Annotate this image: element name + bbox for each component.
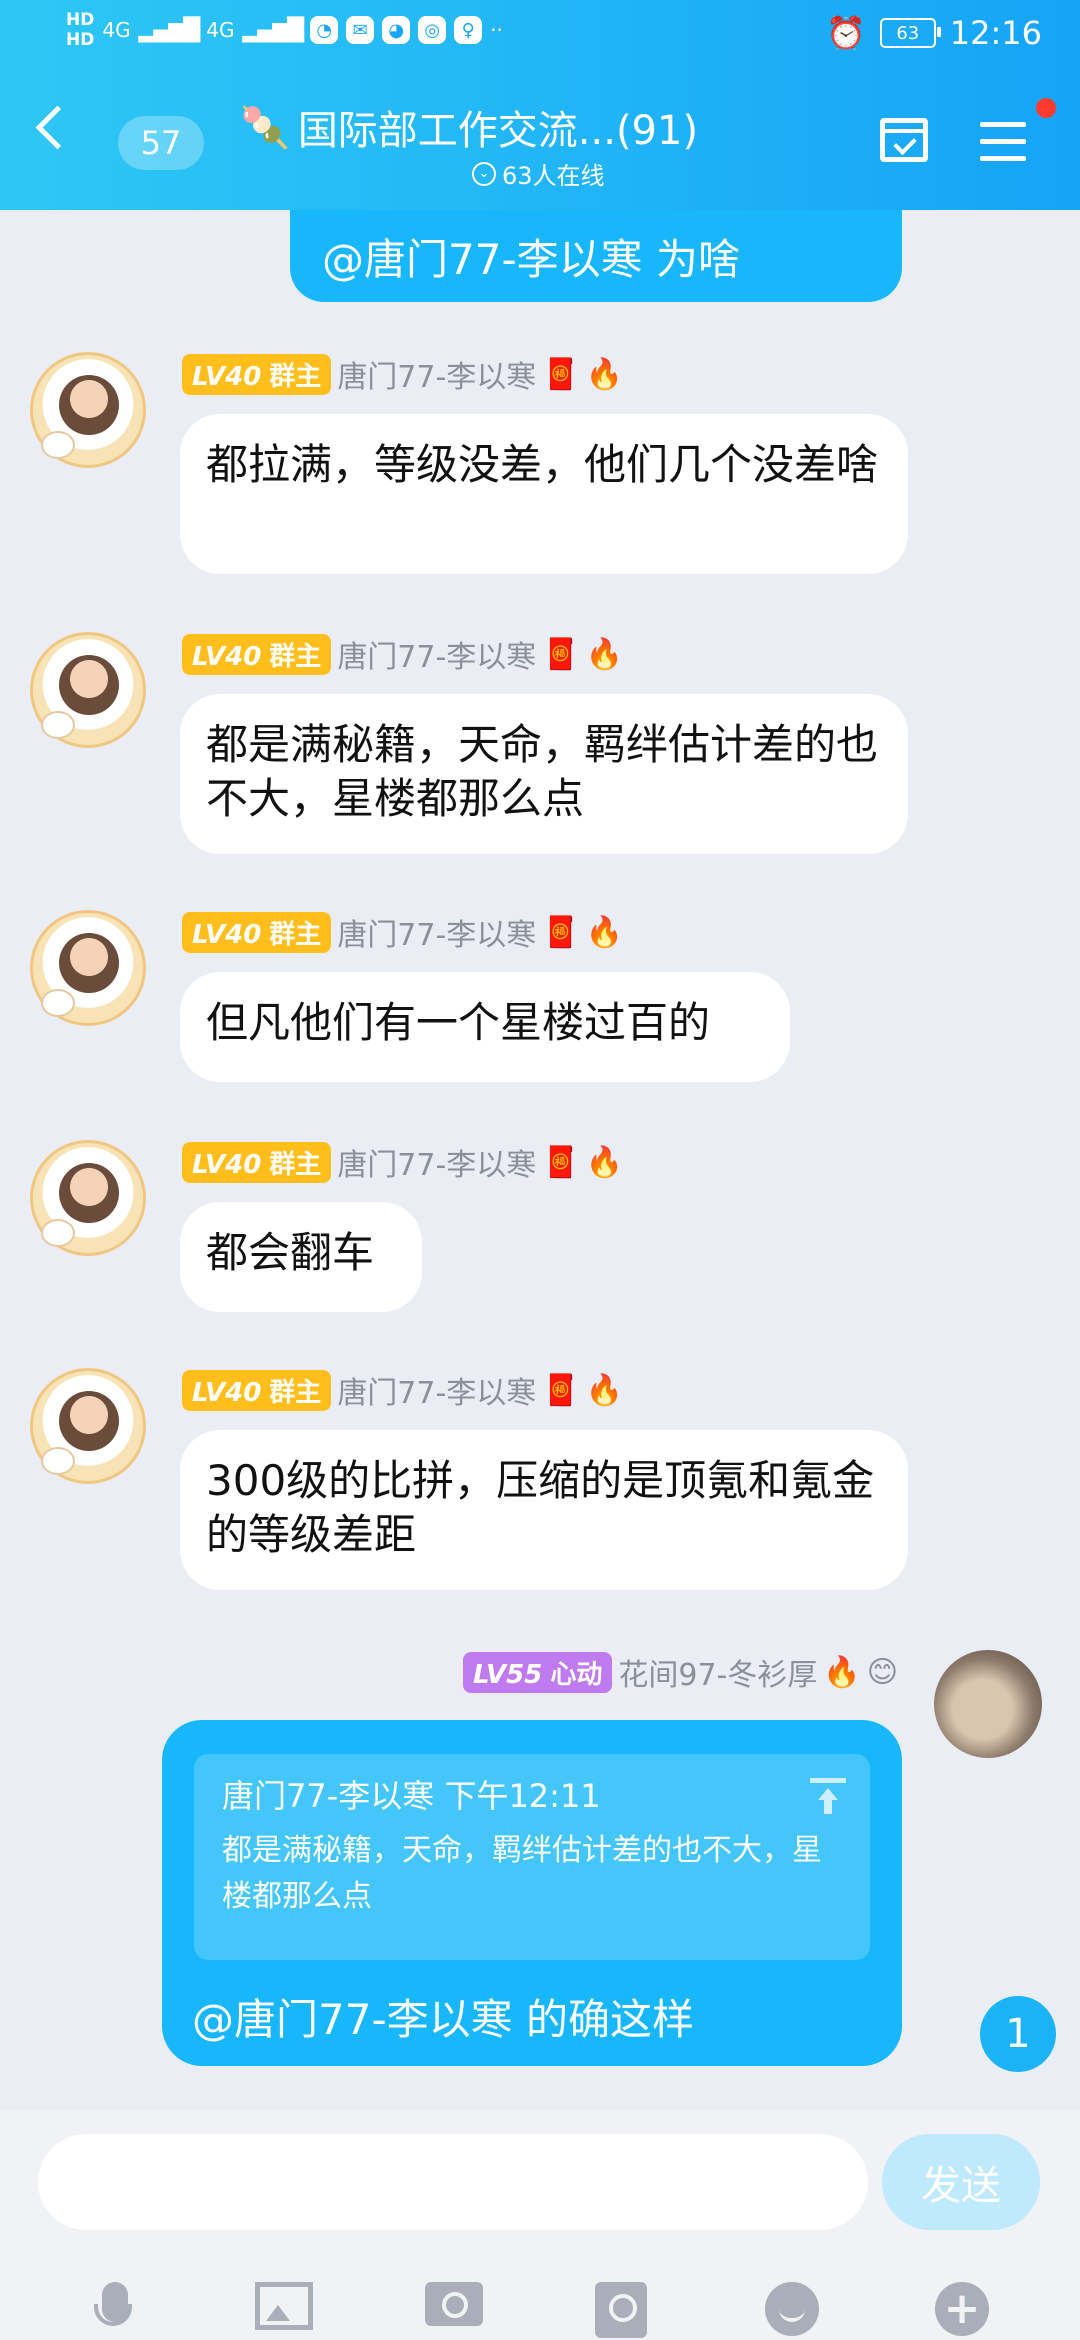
- message-bubble[interactable]: 都会翻车: [180, 1202, 422, 1312]
- sender-info: LV40 群主 唐门77-李以寒 🧧 🔥: [182, 352, 623, 396]
- sender-name: 花间97-冬衫厚: [618, 1658, 818, 1693]
- fire-icon: 🔥: [585, 914, 624, 950]
- unread-count-badge[interactable]: 57: [118, 116, 204, 170]
- sender-name: 唐门77-李以寒: [337, 1148, 537, 1183]
- self-avatar[interactable]: [934, 1650, 1042, 1758]
- network-label-1: 4G: [102, 18, 131, 42]
- send-button[interactable]: 发送: [882, 2134, 1040, 2230]
- avatar[interactable]: [30, 1140, 146, 1256]
- avatar[interactable]: [30, 1368, 146, 1484]
- signal-icon-2: ▂▄▆█: [242, 17, 305, 43]
- globe-icon: ◎: [418, 16, 447, 44]
- quoted-message[interactable]: 唐门77-李以寒 下午12:11 都是满秘籍，天命，羁绊估计差的也不大，星楼都那…: [194, 1754, 870, 1960]
- level-badge: LV40 群主: [182, 911, 332, 953]
- alarm-icon: ⏰: [825, 14, 866, 52]
- message-bubble[interactable]: 都拉满，等级没差，他们几个没差啥: [180, 414, 908, 574]
- avatar[interactable]: [30, 632, 146, 748]
- jump-to-top-icon-stem: [824, 1798, 832, 1814]
- fire-icon: 🔥: [585, 636, 624, 672]
- chevron-down-icon: ⌄: [472, 161, 496, 186]
- app-notification-icon-2: ◕: [382, 16, 411, 44]
- fire-icon: 🔥: [585, 1372, 624, 1408]
- menu-icon[interactable]: [980, 122, 1026, 173]
- message-bubble[interactable]: 但凡他们有一个星楼过百的: [180, 972, 790, 1082]
- sender-info: LV55 心动 花间97-冬衫厚 🔥 😊: [463, 1650, 898, 1694]
- god-of-wealth-icon: 🧧: [542, 636, 580, 672]
- notification-dot: [1036, 98, 1056, 118]
- calendar-check-icon[interactable]: [880, 118, 928, 162]
- message-bubble-self[interactable]: 唐门77-李以寒 下午12:11 都是满秘籍，天命，羁绊估计差的也不大，星楼都那…: [162, 1720, 902, 2066]
- group-logo-icon: 🍡: [240, 104, 290, 151]
- message-input[interactable]: [38, 2134, 868, 2230]
- avatar[interactable]: [30, 352, 146, 468]
- camera-icon[interactable]: [425, 2282, 485, 2340]
- input-bar: 发送 +: [0, 2110, 1080, 2340]
- god-of-wealth-icon: 🧧: [542, 914, 580, 950]
- god-of-wealth-icon: 🧧: [542, 1144, 580, 1180]
- status-right: ⏰ 63 12:16: [826, 14, 1042, 52]
- more-notifications: ··: [490, 18, 503, 42]
- plus-icon[interactable]: +: [935, 2282, 995, 2340]
- group-title-text: 国际部工作交流...(91): [297, 108, 699, 154]
- red-packet-icon[interactable]: [595, 2282, 655, 2340]
- sender-name: 唐门77-李以寒: [337, 1376, 537, 1411]
- god-of-wealth-icon: 🧧: [542, 1372, 580, 1408]
- clock: 12:16: [949, 14, 1042, 52]
- new-message-count-badge[interactable]: 1: [980, 1996, 1056, 2072]
- quoted-text: 都是满秘籍，天命，羁绊估计差的也不大，星楼都那么点: [222, 1833, 822, 1914]
- hd-indicator: HD HD: [66, 10, 94, 50]
- chat-header: HD HD 4G ▂▄▆█ 4G ▂▄▆█ ◔ ✉ ◕ ◎ ♀ ·· ⏰ 63 …: [0, 0, 1080, 210]
- group-title[interactable]: 🍡 国际部工作交流...(91): [240, 98, 698, 156]
- sender-info: LV40 群主 唐门77-李以寒 🧧 🔥: [182, 632, 623, 676]
- image-icon[interactable]: [255, 2282, 315, 2340]
- back-icon[interactable]: [35, 105, 80, 150]
- toolbar: +: [0, 2282, 1080, 2340]
- wechat-icon: ✉: [346, 16, 375, 44]
- status-left: HD HD 4G ▂▄▆█ 4G ▂▄▆█ ◔ ✉ ◕ ◎ ♀ ··: [66, 10, 503, 50]
- sender-name: 唐门77-李以寒: [337, 918, 537, 953]
- message-list[interactable]: @唐门77-李以寒 为啥 LV40 群主 唐门77-李以寒 🧧 🔥 都拉满，等级没…: [0, 210, 1080, 2110]
- app-notification-icon: ◔: [310, 16, 339, 44]
- battery-indicator: 63: [879, 18, 941, 48]
- fire-icon: 🔥: [823, 1654, 861, 1690]
- god-of-wealth-icon: 🧧: [542, 356, 580, 392]
- sender-name: 唐门77-李以寒: [337, 360, 537, 395]
- level-badge: LV40 群主: [182, 633, 332, 675]
- self-message-text: @唐门77-李以寒 的确这样: [192, 1995, 694, 2044]
- signal-icon: ▂▄▆█: [138, 17, 201, 43]
- online-count: 63人在线: [502, 162, 605, 190]
- message-bubble[interactable]: 300级的比拼，压缩的是顶氪和氪金的等级差距: [180, 1430, 908, 1590]
- smile-badge-icon: 😊: [866, 1654, 898, 1690]
- sender-name: 唐门77-李以寒: [337, 640, 537, 675]
- avatar[interactable]: [30, 910, 146, 1026]
- fire-icon: 🔥: [585, 356, 624, 392]
- sender-info: LV40 群主 唐门77-李以寒 🧧 🔥: [182, 1140, 623, 1184]
- message-bubble[interactable]: 都是满秘籍，天命，羁绊估计差的也不大，星楼都那么点: [180, 694, 908, 854]
- sender-info: LV40 群主 唐门77-李以寒 🧧 🔥: [182, 910, 623, 954]
- status-bar: HD HD 4G ▂▄▆█ 4G ▂▄▆█ ◔ ✉ ◕ ◎ ♀ ·· ⏰ 63 …: [0, 0, 1080, 76]
- level-badge: LV55 心动: [463, 1651, 613, 1693]
- network-label-2: 4G: [206, 18, 235, 42]
- level-badge: LV40 群主: [182, 1141, 332, 1183]
- message-bubble-self-previous[interactable]: @唐门77-李以寒 为啥: [290, 210, 902, 302]
- level-badge: LV40 群主: [182, 1369, 332, 1411]
- microphone-icon[interactable]: [85, 2282, 145, 2340]
- sender-info: LV40 群主 唐门77-李以寒 🧧 🔥: [182, 1368, 623, 1412]
- emoji-icon[interactable]: [765, 2282, 825, 2340]
- fire-icon: 🔥: [585, 1144, 624, 1180]
- level-badge: LV40 群主: [182, 353, 332, 395]
- hd-label-2: HD: [66, 30, 95, 50]
- online-status: ⌄ 63人在线: [472, 156, 605, 191]
- hd-label-1: HD: [66, 10, 95, 30]
- quoted-sender-time: 唐门77-李以寒 下午12:11: [222, 1777, 601, 1815]
- bulb-icon: ♀: [454, 16, 483, 44]
